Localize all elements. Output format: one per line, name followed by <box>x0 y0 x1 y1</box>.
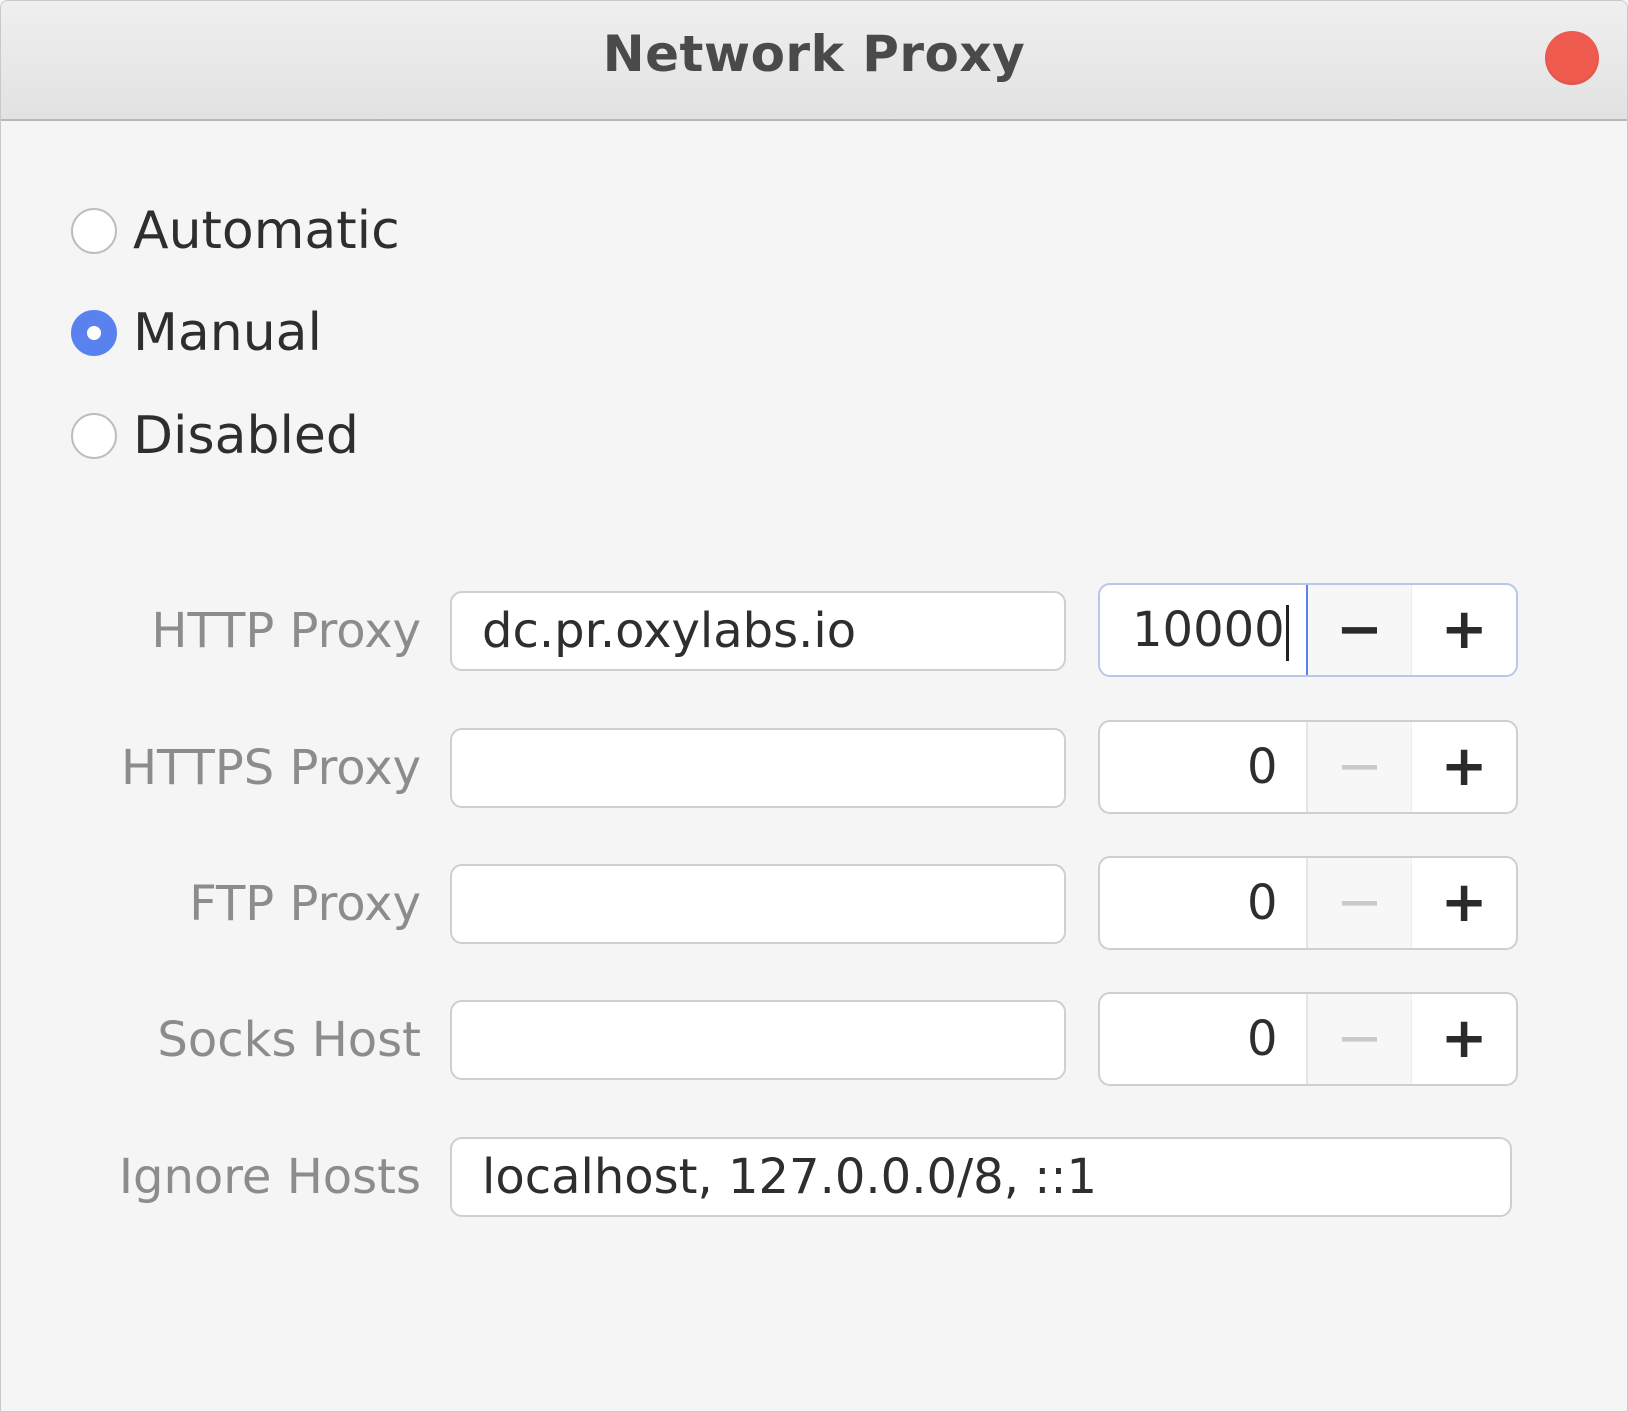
radio-automatic-label: Automatic <box>133 201 400 261</box>
ftp-proxy-host-input[interactable] <box>450 864 1066 944</box>
title-bar[interactable]: Network Proxy <box>1 1 1627 121</box>
ftp-proxy-port-decrement-button[interactable]: − <box>1307 858 1412 948</box>
socks-port-stepper[interactable]: 0 − + <box>1098 992 1518 1086</box>
ignore-hosts-label: Ignore Hosts <box>118 1149 421 1205</box>
http-proxy-port-stepper[interactable]: 10000 − + <box>1098 583 1518 677</box>
window-title: Network Proxy <box>602 25 1026 83</box>
ignore-hosts-input[interactable]: localhost, 127.0.0.0/8, ::1 <box>450 1137 1512 1217</box>
socks-host-label: Socks Host <box>157 1012 421 1068</box>
ftp-proxy-label: FTP Proxy <box>189 876 421 932</box>
radio-manual[interactable]: Manual <box>71 303 322 363</box>
https-proxy-label: HTTPS Proxy <box>120 740 421 796</box>
https-proxy-port-increment-button[interactable]: + <box>1411 722 1516 812</box>
radio-automatic-indicator[interactable] <box>71 208 117 254</box>
radio-disabled-label: Disabled <box>133 406 359 466</box>
https-proxy-port-decrement-button[interactable]: − <box>1307 722 1412 812</box>
http-proxy-port-decrement-button[interactable]: − <box>1307 585 1412 675</box>
http-proxy-label: HTTP Proxy <box>151 603 421 659</box>
radio-automatic[interactable]: Automatic <box>71 201 400 261</box>
socks-port-decrement-button[interactable]: − <box>1307 994 1412 1084</box>
ftp-proxy-port-stepper[interactable]: 0 − + <box>1098 856 1518 950</box>
http-proxy-port-field[interactable]: 10000 <box>1100 585 1308 675</box>
http-proxy-host-input[interactable]: dc.pr.oxylabs.io <box>450 591 1066 671</box>
text-caret <box>1285 605 1289 661</box>
socks-host-input[interactable] <box>450 1000 1066 1080</box>
socks-port-increment-button[interactable]: + <box>1411 994 1516 1084</box>
network-proxy-dialog: Network Proxy Automatic Manual Disabled … <box>0 0 1628 1412</box>
ftp-proxy-port-field[interactable]: 0 <box>1100 858 1308 948</box>
https-proxy-port-field[interactable]: 0 <box>1100 722 1308 812</box>
https-proxy-port-stepper[interactable]: 0 − + <box>1098 720 1518 814</box>
http-proxy-port-value: 10000 <box>1132 602 1285 658</box>
socks-port-field[interactable]: 0 <box>1100 994 1308 1084</box>
radio-disabled[interactable]: Disabled <box>71 406 359 466</box>
radio-manual-indicator[interactable] <box>71 310 117 356</box>
close-button[interactable] <box>1545 31 1599 85</box>
ftp-proxy-port-increment-button[interactable]: + <box>1411 858 1516 948</box>
radio-manual-label: Manual <box>133 303 322 363</box>
http-proxy-port-increment-button[interactable]: + <box>1411 585 1516 675</box>
radio-disabled-indicator[interactable] <box>71 413 117 459</box>
https-proxy-host-input[interactable] <box>450 728 1066 808</box>
